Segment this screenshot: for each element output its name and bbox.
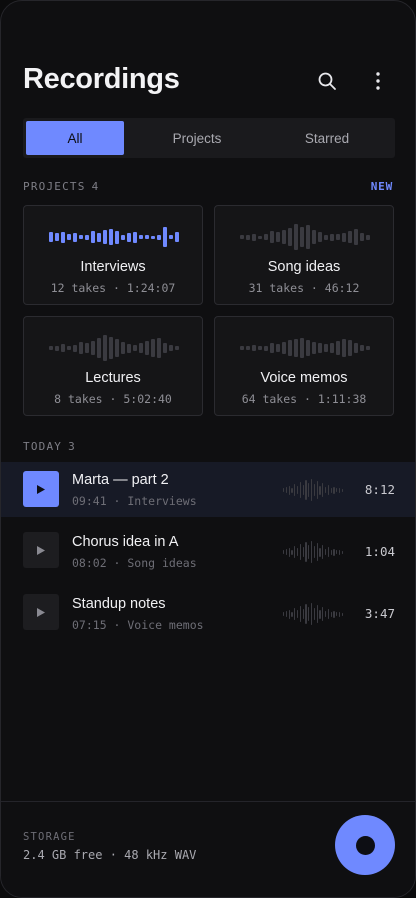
- storage-label: STORAGE: [23, 831, 76, 843]
- play-icon: [37, 545, 45, 555]
- projects-section-label: PROJECTS: [23, 180, 86, 193]
- play-button[interactable]: [23, 532, 59, 568]
- recording-row-standup-notes[interactable]: Standup notes 07:15 · Voice memos 3:47: [1, 586, 415, 642]
- more-options-button[interactable]: [364, 67, 392, 95]
- project-card-song-ideas[interactable]: Song ideas 31 takes · 46:12: [214, 205, 394, 305]
- play-icon: [37, 607, 45, 617]
- recording-name: Standup notes: [72, 596, 166, 612]
- tab-projects[interactable]: Projects: [132, 121, 262, 155]
- recording-meta: 07:15 · Voice memos: [72, 618, 204, 632]
- recording-row-chorus-idea[interactable]: Chorus idea in A 08:02 · Song ideas 1:04: [1, 524, 415, 580]
- more-vertical-icon: [376, 72, 380, 90]
- tab-all[interactable]: All: [26, 121, 124, 155]
- project-card-voice-memos[interactable]: Voice memos 64 takes · 1:11:38: [214, 316, 394, 416]
- project-meta: 64 takes · 1:11:38: [241, 392, 367, 406]
- play-button[interactable]: [23, 594, 59, 630]
- waveform-icon: [283, 478, 344, 502]
- project-name: Song ideas: [267, 259, 341, 275]
- recording-name: Marta — part 2: [72, 472, 169, 488]
- today-section-label: TODAY: [23, 440, 63, 453]
- waveform-icon: [37, 334, 191, 362]
- projects-section-header: PROJECTS 4: [23, 180, 99, 193]
- footer-bar: STORAGE 2.4 GB free · 48 kHz WAV: [1, 801, 415, 897]
- play-button[interactable]: [23, 471, 59, 507]
- recording-meta: 09:41 · Interviews: [72, 494, 197, 508]
- waveform-icon: [228, 334, 382, 362]
- projects-count: 4: [91, 180, 100, 193]
- recording-name: Chorus idea in A: [72, 534, 179, 550]
- search-button[interactable]: [313, 67, 341, 95]
- project-meta: 8 takes · 5:02:40: [54, 392, 172, 406]
- record-button[interactable]: [335, 815, 395, 875]
- page-title: Recordings: [23, 63, 180, 95]
- recording-duration: 3:47: [364, 606, 395, 621]
- recording-row-marta-part-2[interactable]: Marta — part 2 09:41 · Interviews 8:12: [1, 462, 415, 517]
- project-card-interviews[interactable]: Interviews 12 takes · 1:24:07: [23, 205, 203, 305]
- waveform-icon: [228, 223, 382, 251]
- waveform-icon: [283, 540, 344, 564]
- today-section-header: TODAY 3: [23, 440, 76, 453]
- recording-meta: 08:02 · Song ideas: [72, 556, 197, 570]
- project-name: Voice memos: [260, 370, 348, 386]
- recording-duration: 8:12: [364, 482, 395, 497]
- filter-tabs: All Projects Starred: [23, 118, 395, 158]
- waveform-icon: [37, 223, 191, 251]
- tab-starred[interactable]: Starred: [262, 121, 392, 155]
- waveform-icon: [283, 602, 344, 626]
- recordings-screen: Recordings All Projects Starred PROJECTS…: [0, 0, 416, 898]
- project-meta: 31 takes · 46:12: [248, 281, 360, 295]
- recording-duration: 1:04: [364, 544, 395, 559]
- record-icon: [355, 835, 375, 855]
- search-icon: [318, 72, 336, 90]
- storage-info: 2.4 GB free · 48 kHz WAV: [23, 848, 197, 862]
- project-meta: 12 takes · 1:24:07: [50, 281, 176, 295]
- project-name: Lectures: [85, 370, 141, 386]
- today-count: 3: [68, 440, 76, 453]
- new-project-button[interactable]: NEW: [371, 180, 393, 193]
- project-name: Interviews: [80, 259, 146, 275]
- play-icon: [37, 484, 45, 494]
- project-card-lectures[interactable]: Lectures 8 takes · 5:02:40: [23, 316, 203, 416]
